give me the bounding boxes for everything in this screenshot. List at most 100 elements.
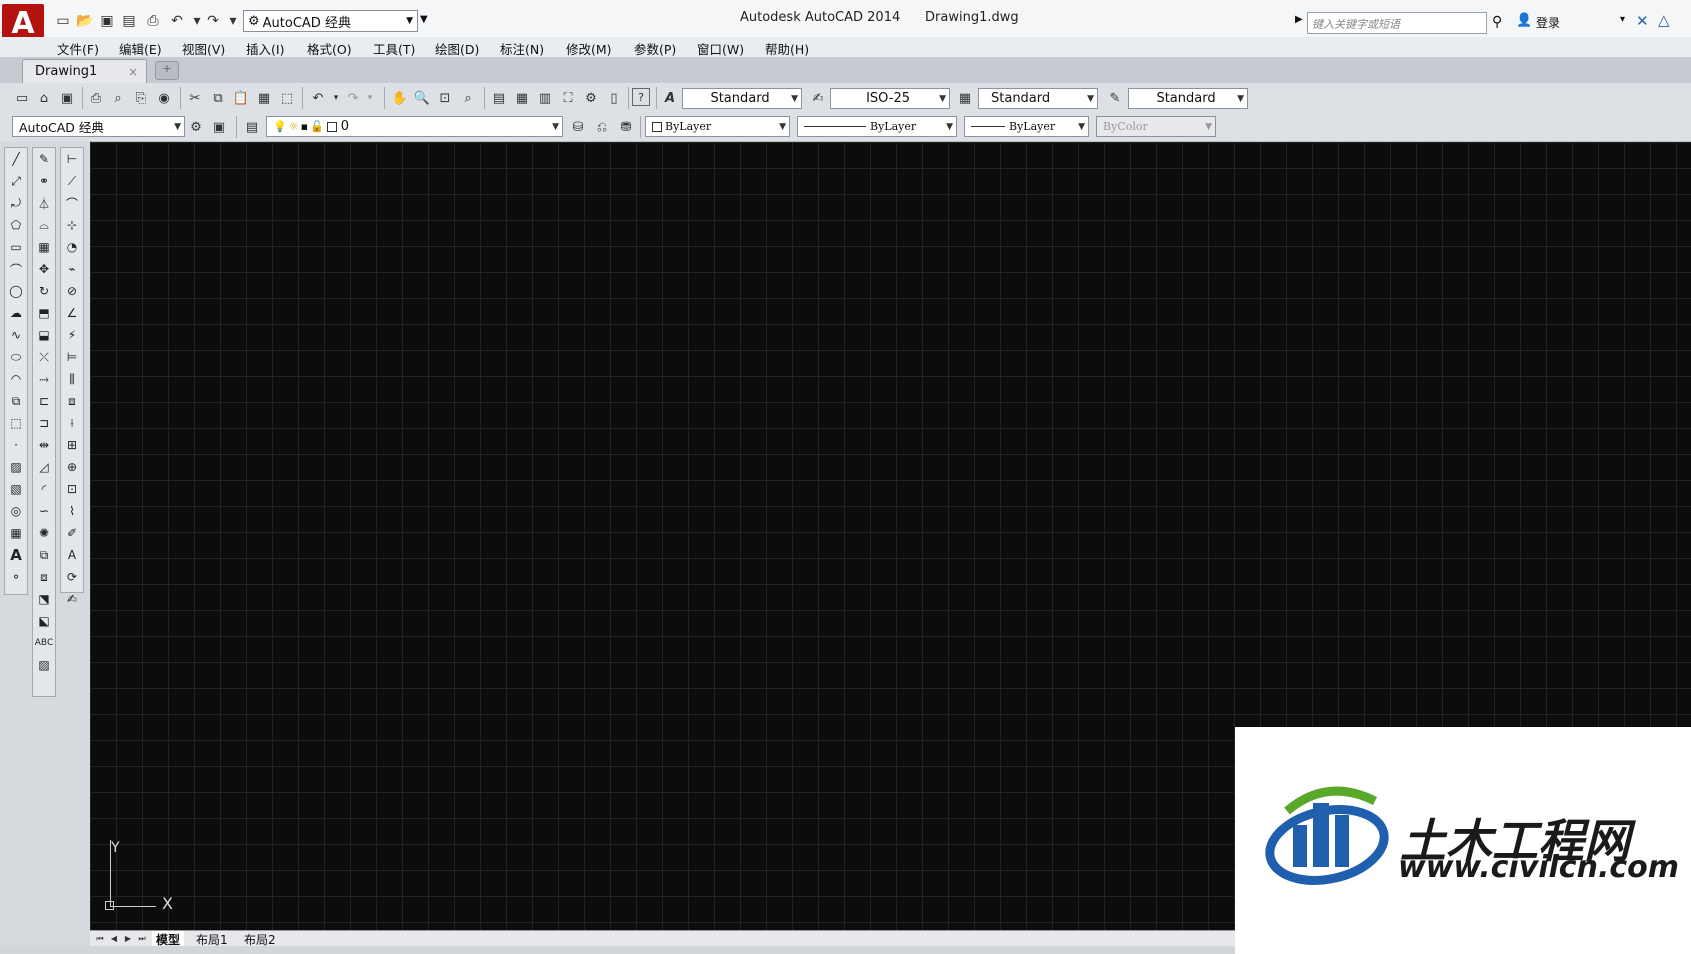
workspace-dropdown[interactable]: ⚙ AutoCAD 经典 ▼ [243, 10, 418, 32]
hatch-to-back-icon[interactable]: ▨ [33, 654, 55, 676]
save-as-icon[interactable]: ▤ [120, 12, 138, 30]
copy-object-icon[interactable]: ⚭ [33, 170, 55, 192]
open-icon[interactable]: ⌂ [34, 88, 54, 108]
aligned-dimension-icon[interactable]: ⟋ [61, 170, 83, 192]
inspection-icon[interactable]: ⊡ [61, 478, 83, 500]
menu-edit[interactable]: 编辑(E) [119, 39, 162, 58]
multileader-style-dropdown[interactable]: Standard ▼ [1128, 88, 1248, 109]
menu-file[interactable]: 文件(F) [57, 39, 99, 58]
tab-layout1[interactable]: 布局1 [192, 931, 232, 947]
rotate-icon[interactable]: ↻ [33, 280, 55, 302]
first-layout-icon[interactable]: ⏮ [94, 932, 106, 945]
next-layout-icon[interactable]: ▶ [122, 932, 134, 945]
properties-icon[interactable]: ▤ [489, 88, 509, 108]
zoom-window-icon[interactable]: ⊡ [435, 88, 455, 108]
workspaces-dropdown[interactable]: AutoCAD 经典 ▼ [12, 116, 185, 137]
insert-block-icon[interactable]: ⧉ [5, 390, 27, 412]
line-icon[interactable]: ╱ [5, 148, 27, 170]
plot-icon[interactable]: ⎙ [86, 88, 106, 108]
workspace-settings-icon[interactable]: ⚙ [186, 117, 206, 137]
make-block-icon[interactable]: ⬚ [5, 412, 27, 434]
redo-icon[interactable]: ↷ [204, 12, 222, 30]
stretch-icon[interactable]: ⬓ [33, 324, 55, 346]
dimension-update-icon[interactable]: ⟳ [61, 566, 83, 588]
revision-cloud-icon[interactable]: ☁ [5, 302, 27, 324]
calculator-icon[interactable]: ▯ [604, 88, 624, 108]
jogged-dimension-icon[interactable]: ⌁ [61, 258, 83, 280]
previous-layout-icon[interactable]: ◀ [108, 932, 120, 945]
sheet-set-icon[interactable]: ⛶ [558, 88, 578, 108]
menu-tools[interactable]: 工具(T) [373, 39, 415, 58]
pan-icon[interactable]: ✋ [390, 88, 410, 108]
region-icon[interactable]: ◎ [5, 500, 27, 522]
draworder-under-icon[interactable]: ⬕ [33, 610, 55, 632]
diameter-dimension-icon[interactable]: ⊘ [61, 280, 83, 302]
chevron-down-icon[interactable]: ▾ [1620, 14, 1625, 25]
linetype-dropdown[interactable]: ByLayer ▼ [797, 116, 957, 137]
extend-icon[interactable]: ⤑ [33, 368, 55, 390]
tab-layout2[interactable]: 布局2 [240, 931, 280, 947]
search-input[interactable]: 键入关键字或短语 [1307, 12, 1487, 34]
match-properties-icon[interactable]: ▦ [254, 88, 274, 108]
rectangle-icon[interactable]: ▭ [5, 236, 27, 258]
autodesk-360-icon[interactable]: △ [1658, 11, 1670, 29]
lineweight-dropdown[interactable]: ByLayer ▼ [964, 116, 1089, 137]
redo-dropdown-icon[interactable]: ▾ [224, 12, 242, 30]
binoculars-icon[interactable]: ⚲ [1492, 14, 1502, 30]
array-icon[interactable]: ▦ [33, 236, 55, 258]
design-center-icon[interactable]: ▦ [512, 88, 532, 108]
user-icon[interactable]: 👤 [1516, 13, 1532, 28]
chevron-down-icon[interactable]: ▾ [360, 88, 380, 108]
dimension-edit-icon[interactable]: ✐ [61, 522, 83, 544]
save-icon[interactable]: ▣ [98, 12, 116, 30]
help-icon[interactable]: ? [632, 88, 650, 106]
expand-arrow-icon[interactable]: ▶ [1295, 14, 1303, 25]
chamfer-icon[interactable]: ◿ [33, 456, 55, 478]
ellipse-icon[interactable]: ⬭ [5, 346, 27, 368]
jogged-linear-icon[interactable]: ⌇ [61, 500, 83, 522]
3d-dwf-icon[interactable]: ◉ [154, 88, 174, 108]
draworder-above-icon[interactable]: ⬔ [33, 588, 55, 610]
clean-screen-icon[interactable]: ▣ [209, 117, 229, 137]
print-icon[interactable]: ⎙ [144, 12, 162, 30]
undo-icon[interactable]: ↶ [168, 12, 186, 30]
layer-state-icon[interactable]: ⛃ [616, 117, 636, 137]
tab-model[interactable]: 模型 [152, 931, 185, 947]
markup-set-icon[interactable]: ⚙ [581, 88, 601, 108]
multileader-style-icon[interactable]: ✎ [1105, 88, 1125, 108]
polygon-icon[interactable]: ⬠ [5, 214, 27, 236]
join-icon[interactable]: ⇹ [33, 434, 55, 456]
hatch-icon[interactable]: ▨ [5, 456, 27, 478]
new-file-icon[interactable]: ▭ [54, 12, 72, 30]
copy-icon[interactable]: ⧉ [208, 88, 228, 108]
menu-window[interactable]: 窗口(W) [697, 39, 744, 58]
save-icon[interactable]: ▣ [57, 88, 77, 108]
menu-help[interactable]: 帮助(H) [765, 39, 809, 58]
explode-icon[interactable]: ✺ [33, 522, 55, 544]
center-mark-icon[interactable]: ⊕ [61, 456, 83, 478]
zoom-realtime-icon[interactable]: 🔍 [412, 88, 432, 108]
arc-length-icon[interactable]: ⌒ [61, 192, 83, 214]
dimension-space-icon[interactable]: ⧈ [61, 390, 83, 412]
spline-icon[interactable]: ∿ [5, 324, 27, 346]
multiline-text-icon[interactable]: A [5, 544, 27, 566]
qnew-icon[interactable]: ▭ [12, 88, 32, 108]
ordinate-dimension-icon[interactable]: ⊹ [61, 214, 83, 236]
open-folder-icon[interactable]: 📂 [76, 12, 94, 30]
new-tab-button[interactable]: + [155, 61, 179, 80]
menu-dimension[interactable]: 标注(N) [500, 39, 544, 58]
cut-icon[interactable]: ✂ [185, 88, 205, 108]
move-icon[interactable]: ✥ [33, 258, 55, 280]
mirror-icon[interactable]: ⏃ [33, 192, 55, 214]
scale-icon[interactable]: ⬒ [33, 302, 55, 324]
layer-properties-icon[interactable]: ▤ [242, 117, 262, 137]
offset-icon[interactable]: ⌓ [33, 214, 55, 236]
exchange-icon[interactable]: ✕ [1636, 12, 1649, 30]
tab-drawing1[interactable]: Drawing1 × [22, 59, 147, 83]
quick-access-customize-icon[interactable]: ▼ [420, 14, 428, 25]
radius-dimension-icon[interactable]: ◔ [61, 236, 83, 258]
construction-line-icon[interactable]: ⤢ [5, 170, 27, 192]
baseline-dimension-icon[interactable]: ⊨ [61, 346, 83, 368]
dimension-style-manager-icon[interactable]: ✍ [61, 588, 83, 610]
quick-dimension-icon[interactable]: ⚡ [61, 324, 83, 346]
